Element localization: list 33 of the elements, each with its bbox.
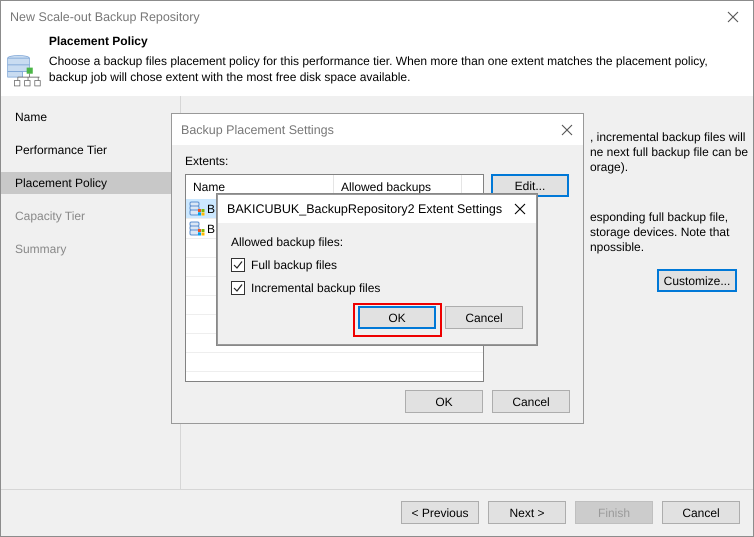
description-line: ne next full backup file can be — [590, 145, 748, 160]
window-title: New Scale-out Backup Repository — [10, 10, 200, 24]
extents-label: Extents: — [185, 154, 230, 168]
dialog-title: Backup Placement Settings — [181, 122, 334, 136]
wizard-button[interactable]: Next > — [488, 501, 566, 524]
wizard-button[interactable]: < Previous — [401, 501, 479, 524]
cancel-button[interactable]: Cancel — [492, 390, 570, 413]
edit-button[interactable]: Edit... — [491, 174, 569, 197]
close-icon[interactable] — [561, 124, 573, 136]
group-label: Allowed backup files: — [231, 235, 344, 249]
checkbox-label: Incremental backup files — [251, 281, 380, 295]
close-icon[interactable] — [727, 10, 739, 22]
wizard-button[interactable]: Cancel — [662, 501, 740, 524]
checkbox-label: Full backup files — [251, 258, 338, 272]
checkbox[interactable] — [231, 281, 245, 295]
dialog-title: BAKICUBUK_BackupRepository2 Extent Settings — [227, 202, 502, 216]
close-icon[interactable] — [514, 203, 526, 215]
description-line: npossible. — [590, 240, 644, 255]
page-description: Choose a backup files placement policy for this performance tier. When more than one extent matches the placement policy, backup job will chose extent with the most free disk space available. — [48, 53, 709, 85]
cancel-button[interactable]: Cancel — [445, 306, 523, 329]
ok-button[interactable]: OK — [405, 390, 483, 413]
extent-name: B — [207, 222, 216, 236]
description-line: storage devices. Note that — [590, 225, 730, 240]
description-line: , incremental backup files will — [590, 130, 746, 145]
description-line: orage). — [590, 160, 628, 175]
extent-name: B — [207, 202, 216, 216]
repository-icon — [189, 200, 205, 216]
description-line: esponding full backup file, — [590, 210, 728, 225]
ok-button[interactable]: OK — [358, 306, 436, 329]
customize-button[interactable]: Customize... — [657, 269, 737, 292]
checkbox[interactable] — [231, 258, 245, 272]
repository-icon — [189, 220, 205, 236]
page-title: Placement Policy — [48, 34, 149, 48]
